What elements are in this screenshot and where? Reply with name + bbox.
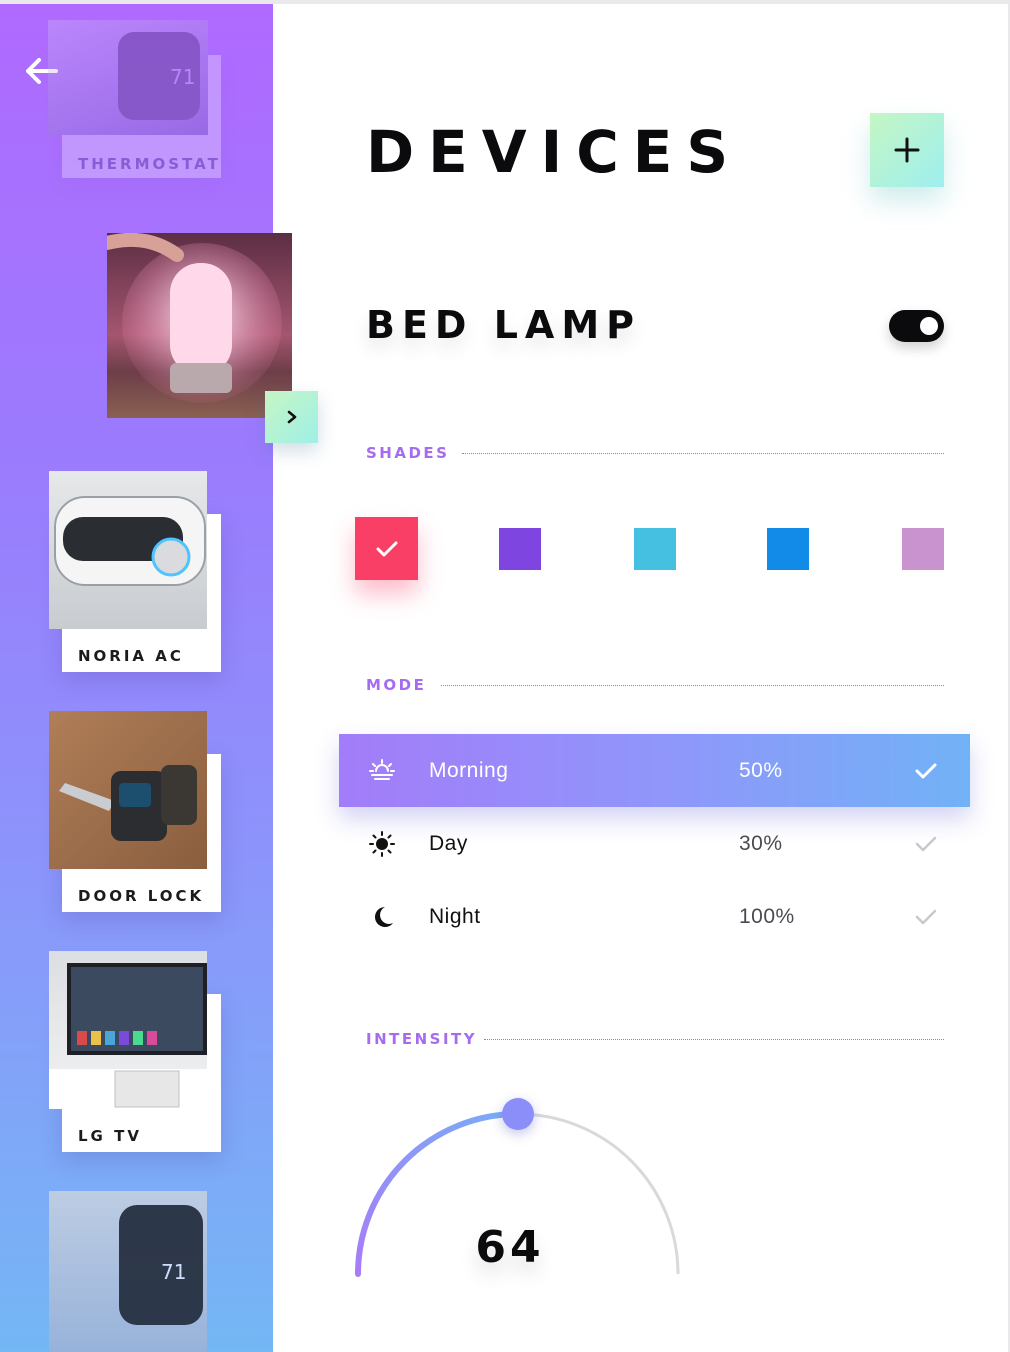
check-icon xyxy=(915,909,937,924)
add-device-button[interactable] xyxy=(870,113,944,187)
mode-value: 30% xyxy=(739,831,783,855)
thermostat-illustration: 71 xyxy=(119,1205,203,1325)
check-icon xyxy=(915,836,937,851)
dial-handle[interactable] xyxy=(502,1098,534,1130)
intensity-value: 64 xyxy=(475,1222,545,1273)
device-name: BED LAMP xyxy=(366,303,641,347)
card-label: NORIA AC xyxy=(78,647,184,665)
plus-icon xyxy=(894,137,920,163)
mode-name: Night xyxy=(429,904,481,928)
thermostat-photo: 71 xyxy=(48,20,208,135)
sun-icon xyxy=(369,830,395,857)
device-card-thermostat[interactable]: 71 THERMOSTAT xyxy=(48,20,223,180)
page-title: DEVICES xyxy=(366,118,743,186)
svg-text:71: 71 xyxy=(170,65,195,89)
sunrise-icon xyxy=(369,758,395,780)
device-card-noria-ac[interactable]: NORIA AC xyxy=(49,471,221,673)
mode-name: Morning xyxy=(429,758,509,782)
check-icon xyxy=(915,763,937,778)
mode-divider xyxy=(441,685,944,686)
card-label: DOOR LOCK xyxy=(78,887,205,905)
thermostat-photo: 71 xyxy=(49,1191,207,1352)
shades-label: SHADES xyxy=(366,444,450,462)
mode-option-night[interactable]: Night 100% xyxy=(339,880,970,953)
air-conditioner-illustration xyxy=(54,496,206,586)
mode-value: 50% xyxy=(739,758,783,782)
shade-swatch[interactable] xyxy=(355,517,418,580)
card-label: LG TV xyxy=(78,1127,142,1145)
thermostat-illustration: 71 xyxy=(118,32,200,120)
shade-swatch[interactable] xyxy=(902,528,944,570)
mode-option-day[interactable]: Day 30% xyxy=(339,807,970,880)
toggle-knob xyxy=(920,317,938,335)
mode-value: 100% xyxy=(739,904,795,928)
check-icon xyxy=(376,541,397,556)
svg-text:71: 71 xyxy=(161,1260,186,1284)
lg-tv-photo xyxy=(49,951,207,1109)
device-card-thermostat-bottom[interactable]: 71 xyxy=(49,1191,221,1352)
door-lock-photo xyxy=(49,711,207,869)
next-device-button[interactable] xyxy=(265,391,318,443)
chevron-right-icon xyxy=(287,410,296,424)
device-card-door-lock[interactable]: DOOR LOCK xyxy=(49,711,221,913)
tv-illustration xyxy=(49,963,207,1109)
power-toggle[interactable] xyxy=(889,310,944,342)
shades-divider xyxy=(462,453,944,454)
door-lock-illustration xyxy=(59,765,197,841)
mode-name: Day xyxy=(429,831,468,855)
intensity-label: INTENSITY xyxy=(366,1030,478,1048)
device-sidebar: 71 THERMOSTAT NORIA AC DOOR LOCK LG TV 7… xyxy=(0,4,292,1352)
shade-swatch[interactable] xyxy=(634,528,676,570)
card-label: THERMOSTAT xyxy=(78,155,221,173)
shade-swatch[interactable] xyxy=(499,528,541,570)
mode-label: MODE xyxy=(366,676,427,694)
intensity-divider xyxy=(484,1039,944,1040)
noria-ac-photo xyxy=(49,471,207,629)
device-card-lg-tv[interactable]: LG TV xyxy=(49,951,221,1153)
moon-icon xyxy=(375,906,393,927)
shade-swatch[interactable] xyxy=(767,528,809,570)
mode-option-morning[interactable]: Morning 50% xyxy=(339,734,970,807)
